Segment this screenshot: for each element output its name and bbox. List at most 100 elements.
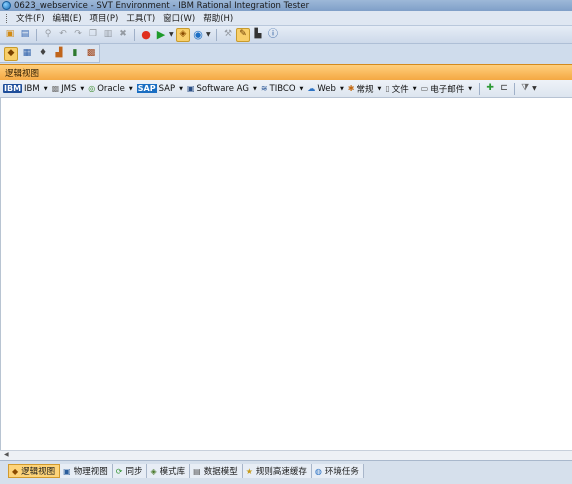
menu-edit[interactable]: 编辑(E) [49,12,86,24]
add-icon[interactable]: ✚ [483,82,497,96]
transport-file[interactable]: ▯ 文件 ▼ [385,83,416,95]
chevron-down-icon[interactable]: ▼ [413,86,417,92]
tab-physical-view[interactable]: ▣ 物理视图 [60,464,113,478]
tab-label: 环境任务 [324,467,359,477]
redo-icon[interactable]: ↷ [71,28,85,42]
filter-dropdown-icon[interactable]: ▼ [532,85,538,92]
softwareag-icon: ▣ [186,84,195,93]
web-icon: ☁ [307,84,316,93]
transport-jms[interactable]: ▩ JMS ▼ [52,84,85,94]
transport-ibm[interactable]: IBM IBM ▼ [3,84,48,94]
email-icon: ▭ [420,84,429,93]
copy-icon[interactable]: ❐ [86,28,100,42]
save-icon[interactable]: ▤ [18,28,32,42]
tab-label: 规则高速缓存 [255,467,307,477]
environment-tasks-icon: ◍ [314,466,322,476]
transport-label: IBM [24,83,40,94]
stats-icon[interactable]: ▟ [52,47,66,61]
run-icon[interactable]: ▶ [154,28,168,42]
file-icon: ▯ [385,84,390,93]
menu-window[interactable]: 窗口(W) [159,12,199,24]
tab-environment-tasks[interactable]: ◍ 环境任务 [311,464,364,478]
menu-tools[interactable]: 工具(T) [122,12,159,24]
chevron-down-icon[interactable]: ▼ [468,86,472,92]
tools-icon[interactable]: ⚒ [221,28,235,42]
settings-icon[interactable]: ✎ [236,27,250,42]
sync-icon: ⟳ [115,466,123,476]
tab-schema-library[interactable]: ◈ 模式库 [147,464,191,478]
toolbar-separator [134,28,135,41]
transport-label: Web [317,83,336,94]
connect-icon[interactable]: ⊏ [497,82,511,96]
menu-grip [6,13,8,23]
logical-view-icon[interactable]: ◆ [4,46,18,61]
tab-data-model[interactable]: ▤ 数据模型 [190,464,243,478]
schema-icon[interactable]: ▦ [20,47,34,61]
sync-dropdown-icon[interactable]: ▼ [206,31,212,38]
view-title: 逻辑视图 [5,68,40,79]
transport-tibco[interactable]: ≋ TIBCO ▼ [261,84,304,94]
transport-oracle[interactable]: ◎ Oracle ▼ [88,84,133,94]
scroll-left-icon[interactable]: ◀ [4,451,9,458]
run-dropdown-icon[interactable]: ▼ [169,31,175,38]
toolbar-separator [216,28,217,41]
transport-label: JMS [61,83,77,94]
tab-sync[interactable]: ⟳ 同步 [112,464,148,478]
view-header: 逻辑视图 [0,64,572,80]
highlight-icon[interactable]: ◈ [176,27,190,42]
sync-icon[interactable]: ◉ [191,28,205,42]
oracle-icon: ◎ [88,84,96,93]
transport-email[interactable]: ▭ 电子邮件 ▼ [421,83,472,95]
menu-bar: 文件(F) 编辑(E) 项目(P) 工具(T) 窗口(W) 帮助(H) [0,11,572,26]
toolbar-separator [479,82,481,95]
chevron-down-icon[interactable]: ▼ [44,86,48,92]
paste-icon[interactable]: ▥ [101,28,115,42]
transport-label: 电子邮件 [430,84,465,95]
main-toolbar: ▣ ▤ ⚲ ↶ ↷ ❐ ▥ ✖ ● ▶ ▼ ◈ ◉ ▼ ⚒ ✎ ▙ ⓘ [0,26,572,44]
transport-softwareag[interactable]: ▣ Software AG ▼ [187,84,257,94]
lock-icon[interactable]: ▙ [251,28,265,42]
window-title: 0623_webservice - SVT Environment - IBM … [14,0,310,11]
tab-label: 模式库 [159,467,186,477]
transport-general[interactable]: ✱ 常规 ▼ [348,83,382,95]
mic-icon[interactable]: ♦ [36,47,50,61]
tab-label: 同步 [125,467,143,477]
help-icon[interactable]: ⓘ [266,28,280,42]
record-icon[interactable]: ● [139,28,153,42]
new-project-icon[interactable]: ▣ [3,28,17,42]
tibco-icon: ≋ [260,84,268,93]
transport-sap[interactable]: SAP SAP ▼ [136,84,183,94]
computer-icon: ▣ [63,466,71,476]
transport-label: 文件 [391,84,409,95]
transport-label: 常规 [356,84,374,95]
bottom-tab-bar: ◆ 逻辑视图 ▣ 物理视图 ⟳ 同步 ◈ 模式库 ▤ 数据模型 ★ 规则高速缓存… [0,460,572,484]
search-icon[interactable]: ⚲ [41,28,55,42]
tab-rule-cache[interactable]: ★ 规则高速缓存 [242,464,312,478]
chevron-down-icon[interactable]: ▼ [300,86,304,92]
logical-view-canvas[interactable] [0,98,572,450]
sap-icon: SAP [136,84,157,93]
transport-toolbar: IBM IBM ▼ ▩ JMS ▼ ◎ Oracle ▼ SAP SAP ▼ ▣… [0,80,572,98]
chevron-down-icon[interactable]: ▼ [80,86,84,92]
jms-icon: ▩ [51,84,60,93]
chevron-down-icon[interactable]: ▼ [378,86,382,92]
chevron-down-icon[interactable]: ▼ [129,86,133,92]
delete-icon[interactable]: ✖ [116,28,130,42]
ibm-icon: IBM [3,84,23,93]
app-icon [2,1,11,10]
chart-icon[interactable]: ▮ [68,47,82,61]
chevron-down-icon[interactable]: ▼ [253,86,257,92]
chevron-down-icon[interactable]: ▼ [340,86,344,92]
menu-file[interactable]: 文件(F) [12,12,49,24]
tab-logical-view[interactable]: ◆ 逻辑视图 [8,464,61,478]
menu-help[interactable]: 帮助(H) [199,12,237,24]
log-icon[interactable]: ▩ [84,47,98,61]
transport-label: Oracle [97,83,125,94]
horizontal-scrollbar[interactable]: ◀ [0,450,572,460]
tab-label: 物理视图 [73,467,108,477]
transport-web[interactable]: ☁ Web ▼ [307,84,343,94]
filter-icon[interactable]: ⧩ [518,82,532,96]
undo-icon[interactable]: ↶ [56,28,70,42]
chevron-down-icon[interactable]: ▼ [179,86,183,92]
menu-project[interactable]: 项目(P) [86,12,123,24]
